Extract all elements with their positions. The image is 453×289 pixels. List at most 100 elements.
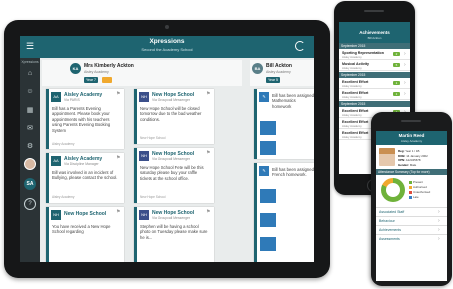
sidebar: Xpressions ⌂ ☺ ▦ ✉ ⚙ SA ? bbox=[20, 58, 40, 262]
menu-behaviour[interactable]: Behaviour › bbox=[376, 216, 447, 225]
home-icon[interactable]: ⌂ bbox=[20, 70, 40, 77]
year-chip[interactable]: Year 7 bbox=[84, 77, 98, 83]
sidebar-label: Xpressions bbox=[21, 60, 39, 64]
achievement-row[interactable]: Sporting Representation Aisley Academy 2… bbox=[339, 49, 410, 60]
row-sub: Aisley Academy bbox=[342, 55, 362, 59]
homework-card[interactable]: ✎ Bill has been assigned Mathematics hom… bbox=[254, 89, 314, 159]
row-sub: Aisley Academy bbox=[342, 95, 362, 99]
menu-label: Assessments bbox=[379, 237, 400, 241]
achievement-row[interactable]: Musical Activity Aisley Academy 5 › bbox=[339, 60, 410, 71]
chevron-right-icon: › bbox=[404, 51, 406, 57]
chevron-right-icon: › bbox=[404, 80, 406, 86]
row-sub: Aisley Academy bbox=[342, 113, 362, 117]
school-logo-icon: NH bbox=[139, 151, 149, 161]
flag-icon[interactable]: ⚑ bbox=[116, 91, 120, 97]
attendance-donut-hole bbox=[386, 183, 400, 197]
chevron-right-icon: › bbox=[404, 91, 406, 97]
message-card[interactable]: NH New Hope School Via Groupcall Messeng… bbox=[134, 148, 214, 203]
message-card[interactable]: NH New Hope School Via Groupcall Messeng… bbox=[134, 207, 214, 262]
year-chip[interactable]: Year 5 bbox=[266, 77, 280, 83]
info-label: Reg: bbox=[398, 149, 405, 153]
card-meta: New Hope School bbox=[140, 136, 166, 140]
card-title: New Hope School bbox=[64, 211, 107, 217]
refresh-icon[interactable] bbox=[295, 41, 305, 51]
info-gender: Gender: Male bbox=[398, 163, 416, 167]
menu-label: Behaviour bbox=[379, 219, 395, 223]
achievement-row[interactable]: Excellent Effort Aisley Academy 1 › bbox=[339, 78, 410, 89]
chevron-right-icon: › bbox=[404, 62, 406, 68]
phone-header: Achievements Bill Ackton bbox=[339, 27, 410, 43]
info-value: Year 1 / 1B bbox=[405, 149, 420, 153]
row-sub: Aisley Academy bbox=[342, 124, 362, 128]
child-avatar[interactable] bbox=[24, 158, 36, 170]
menu-achievements[interactable]: Achievements › bbox=[376, 225, 447, 234]
card-accent bbox=[46, 153, 49, 203]
card-accent bbox=[46, 207, 49, 262]
message-card[interactable]: AA Aisley Academy Via Discipline Manager… bbox=[46, 153, 124, 203]
info-label: Gender: bbox=[398, 162, 410, 167]
points-badge: 1 bbox=[393, 81, 400, 85]
flag-icon[interactable]: ⚑ bbox=[116, 155, 120, 161]
flag-icon[interactable]: ⚑ bbox=[206, 209, 210, 215]
grid-icon[interactable]: ▦ bbox=[20, 106, 40, 114]
row-title: Excellent Effort bbox=[342, 90, 369, 95]
card-text: New Hope School will be closed tomorrow … bbox=[140, 106, 202, 122]
card-text: Bill was involved in an incident of Bull… bbox=[52, 170, 118, 181]
card-source: Via Discipline Manager bbox=[64, 162, 99, 166]
info-dob: DOB: 14 January 2002 bbox=[398, 154, 428, 158]
flag-icon[interactable]: ⚑ bbox=[206, 91, 210, 97]
row-title: Excellent Effort bbox=[342, 79, 369, 84]
row-title: Excellent Effort bbox=[342, 108, 369, 113]
house-picture bbox=[260, 189, 276, 203]
house-picture bbox=[260, 141, 276, 155]
homework-card[interactable]: ✎ Bill has been assigned French homework… bbox=[254, 163, 314, 262]
chat-icon[interactable]: ✉ bbox=[20, 124, 40, 132]
legend-unauthorised: Unauthorised bbox=[409, 190, 430, 194]
flag-icon[interactable]: ⚑ bbox=[116, 209, 120, 215]
menu-assessments[interactable]: Assessments › bbox=[376, 234, 447, 243]
message-card[interactable]: AA Aisley Academy Via PARIS ⚑ Bill has a… bbox=[46, 89, 124, 149]
school-initials-avatar[interactable]: SA bbox=[24, 178, 36, 190]
student-name: Martin Reed bbox=[398, 133, 425, 138]
chevron-right-icon: › bbox=[438, 218, 440, 224]
attendance-header[interactable]: Attendance Summary (Top for more) bbox=[376, 169, 447, 175]
app-title: Xpressions bbox=[149, 38, 185, 45]
menu-associated-staff[interactable]: Associated Staff › bbox=[376, 207, 447, 216]
legend-authorised: Authorised bbox=[409, 185, 427, 189]
legend-label: Late bbox=[413, 195, 419, 199]
help-icon[interactable]: ? bbox=[24, 198, 36, 210]
card-accent bbox=[254, 89, 257, 159]
card-meta: Aisley Academy bbox=[52, 195, 75, 199]
message-card[interactable]: NH New Hope School ⚑ You have received a… bbox=[46, 207, 124, 262]
people-icon[interactable]: ☺ bbox=[20, 88, 40, 95]
phone-header: Martin Reed Aisley Academy bbox=[376, 131, 447, 145]
message-card[interactable]: NH New Hope School Via Groupcall Messeng… bbox=[134, 89, 214, 144]
card-text: Bill has been assigned French homework. bbox=[272, 167, 314, 178]
menu-label: Achievements bbox=[379, 228, 401, 232]
row-sub: Aisley Academy bbox=[342, 84, 362, 88]
app-subtitle: Second the Academy School bbox=[141, 47, 193, 52]
points-badge: 2 bbox=[393, 52, 400, 56]
speaker bbox=[401, 120, 421, 122]
row-title: Sporting Representation bbox=[342, 50, 384, 55]
row-sub: Aisley Academy bbox=[342, 66, 362, 70]
flag-icon[interactable]: ⚑ bbox=[206, 150, 210, 156]
tag-chip[interactable] bbox=[102, 77, 112, 83]
homework-icon: ✎ bbox=[259, 92, 269, 102]
school-logo-icon: AA bbox=[51, 92, 61, 102]
column-name: Bill Ackton bbox=[266, 63, 292, 69]
info-label: DOB: bbox=[398, 153, 406, 158]
legend-present: Present bbox=[409, 180, 423, 184]
points-badge: 5 bbox=[393, 63, 400, 67]
card-accent bbox=[134, 207, 137, 262]
row-sub: Aisley Academy bbox=[342, 135, 362, 139]
achievement-row[interactable]: Excellent Effort Aisley Academy 1 › bbox=[339, 89, 410, 100]
speaker bbox=[364, 10, 384, 12]
info-label: UPN: bbox=[398, 158, 406, 162]
student-photo-hair bbox=[379, 148, 395, 154]
column-name: Mrs Kimberly Ackton bbox=[84, 63, 134, 69]
settings-icon[interactable]: ⚙ bbox=[20, 142, 40, 150]
phone-student-profile: Martin Reed Aisley Academy Reg: Year 1 /… bbox=[371, 112, 452, 286]
student-school: Aisley Academy bbox=[400, 139, 423, 143]
card-source: Via Groupcall Messenger bbox=[152, 216, 191, 220]
